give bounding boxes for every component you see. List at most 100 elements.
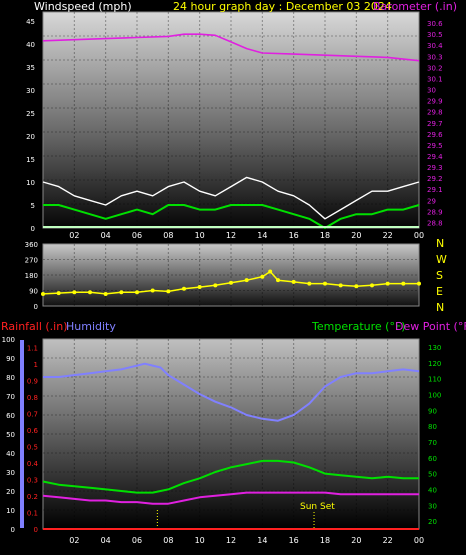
barometer-tick-label: 29.8 — [427, 109, 443, 117]
compass-label: N — [436, 301, 444, 314]
temperature-tick-label: 130 — [428, 344, 441, 352]
humidity-tick-label: 90 — [6, 355, 15, 363]
barometer-axis-ticks: 28.8 28.9 29 29.1 29.2 29.3 29.4 29.5 29.6 29.7 29… — [427, 20, 443, 227]
x-tick-label: 08 — [163, 536, 173, 545]
temperature-tick-label: 30 — [428, 502, 437, 510]
rainfall-tick-label: 0.5 — [27, 443, 38, 451]
windspeed-axis-label: Windspeed (mph) — [34, 0, 132, 13]
rainfall-tick-label: 0.7 — [27, 410, 38, 418]
barometer-tick-label: 30.2 — [427, 64, 443, 72]
humidity-tick-label: 30 — [6, 469, 15, 477]
wind-barometer-panel: 0 5 10 15 20 25 30 35 40 45 28.8 28.9 29 29.1 29.2 29.… — [26, 0, 457, 240]
humidity-tick-label: 80 — [6, 374, 15, 382]
compass-label: W — [436, 253, 447, 266]
wind-direction-axis-ticks: 0 90 180 270 360 — [25, 241, 38, 311]
wind-direction-tick-label: 90 — [29, 288, 38, 296]
windspeed-tick-label: 5 — [31, 202, 35, 210]
sunset-label: Sun Set — [300, 502, 335, 512]
rainfall-tick-label: 1.1 — [27, 344, 38, 352]
chart-title: 24 hour graph day : December 03 2024 — [173, 0, 392, 13]
windspeed-axis-ticks: 0 5 10 15 20 25 30 35 40 45 — [26, 18, 35, 233]
rainfall-tick-label: 0.3 — [27, 476, 38, 484]
x-tick-label: 16 — [289, 231, 299, 240]
x-tick-label: 22 — [383, 231, 393, 240]
barometer-tick-label: 30.6 — [427, 20, 443, 28]
x-tick-label: 20 — [351, 231, 361, 240]
barometer-tick-label: 29.2 — [427, 175, 443, 183]
temperature-tick-label: 90 — [428, 407, 437, 415]
humidity-tick-label: 50 — [6, 431, 15, 439]
rainfall-tick-label: 0.8 — [27, 394, 38, 402]
x-tick-label: 04 — [101, 536, 111, 545]
wind-barometer-x-ticks: 02 04 06 08 10 12 14 16 18 20 22 00 — [69, 231, 424, 240]
x-tick-label: 02 — [69, 231, 79, 240]
windspeed-tick-label: 30 — [26, 87, 35, 95]
x-tick-label: 02 — [69, 536, 79, 545]
barometer-tick-label: 29.5 — [427, 142, 443, 150]
rainfall-tick-label: 0.9 — [27, 377, 38, 385]
barometer-tick-label: 29.6 — [427, 131, 443, 139]
barometer-tick-label: 28.8 — [427, 219, 443, 227]
humidity-tick-label: 60 — [6, 412, 15, 420]
barometer-tick-label: 29 — [427, 197, 436, 205]
compass-label: E — [436, 285, 443, 298]
legend-temperature: Temperature (°F) — [311, 320, 406, 333]
barometer-tick-label: 30.1 — [427, 75, 443, 83]
windspeed-tick-label: 35 — [26, 64, 35, 72]
wind-direction-tick-label: 180 — [25, 272, 38, 280]
x-tick-label: 14 — [257, 536, 267, 545]
windspeed-tick-label: 15 — [26, 156, 35, 164]
barometer-tick-label: 30.5 — [427, 31, 443, 39]
temperature-tick-label: 50 — [428, 471, 437, 479]
temperature-tick-label: 80 — [428, 423, 437, 431]
windspeed-tick-label: 10 — [26, 179, 35, 187]
x-tick-label: 12 — [226, 536, 236, 545]
humidity-tick-label: 70 — [6, 393, 15, 401]
barometer-tick-label: 29.1 — [427, 186, 443, 194]
x-tick-label: 10 — [195, 231, 205, 240]
barometer-tick-label: 30.3 — [427, 53, 443, 61]
x-tick-label: 00 — [414, 536, 424, 545]
x-tick-label: 14 — [257, 231, 267, 240]
windspeed-tick-label: 40 — [26, 41, 35, 49]
rainfall-tick-label: 1 — [34, 361, 38, 369]
compass-label: S — [436, 269, 443, 282]
x-tick-label: 04 — [101, 231, 111, 240]
wind-direction-tick-label: 360 — [25, 241, 38, 249]
wind-direction-tick-label: 270 — [25, 257, 38, 265]
temperature-tick-label: 120 — [428, 360, 441, 368]
rainfall-tick-label: 0.2 — [27, 493, 38, 501]
barometer-tick-label: 29.9 — [427, 98, 443, 106]
rainfall-axis-ticks: 0 0.1 0.2 0.3 0.4 0.5 0.6 0.7 0.8 0.9 1 1.1 — [27, 344, 39, 534]
barometer-tick-label: 28.9 — [427, 208, 443, 216]
barometer-tick-label: 29.3 — [427, 164, 443, 172]
barometer-tick-label: 29.7 — [427, 120, 443, 128]
temperature-tick-label: 110 — [428, 376, 441, 384]
humidity-tick-label: 10 — [6, 507, 15, 515]
rainfall-tick-label: 0.4 — [27, 460, 39, 468]
windspeed-tick-label: 20 — [26, 133, 35, 141]
barometer-tick-label: 29.4 — [427, 153, 443, 161]
x-tick-label: 06 — [132, 231, 142, 240]
compass-labels: NWSEN — [436, 237, 447, 314]
rainfall-tick-label: 0.6 — [27, 427, 39, 435]
x-tick-label: 20 — [351, 536, 361, 545]
x-tick-label: 18 — [320, 536, 330, 545]
humidity-tick-label: 100 — [2, 336, 15, 344]
humidity-tick-label: 40 — [6, 450, 15, 458]
humidity-axis-ticks: 0 10 20 30 40 50 60 70 80 90 100 — [2, 336, 15, 534]
barometer-tick-label: 30.4 — [427, 42, 443, 50]
compass-label: N — [436, 237, 444, 250]
x-tick-label: 12 — [226, 231, 236, 240]
rainfall-tick-label: 0 — [34, 526, 38, 534]
x-tick-label: 18 — [320, 231, 330, 240]
legend-rainfall: Rainfall (.in) — [1, 320, 68, 333]
windspeed-tick-label: 45 — [26, 18, 35, 26]
temp-humidity-x-ticks: 02 04 06 08 10 12 14 16 18 20 22 00 — [69, 536, 424, 545]
barometer-tick-label: 30 — [427, 87, 436, 95]
temperature-tick-label: 70 — [428, 439, 437, 447]
temperature-tick-label: 60 — [428, 455, 437, 463]
x-tick-label: 16 — [289, 536, 299, 545]
x-tick-label: 06 — [132, 536, 142, 545]
wind-direction-panel: 090180270360 NWSEN — [25, 237, 447, 314]
